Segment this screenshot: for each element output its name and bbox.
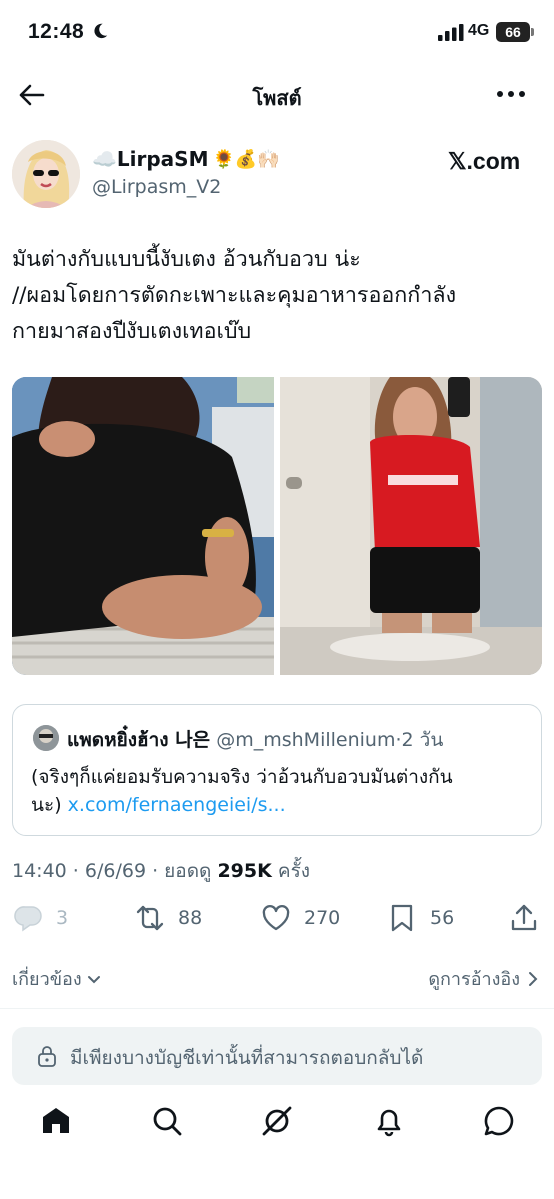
moon-icon <box>94 23 108 39</box>
home-icon[interactable] <box>39 1104 73 1138</box>
bottom-nav <box>0 1098 554 1148</box>
notifications-icon[interactable] <box>372 1104 406 1138</box>
repost-button[interactable]: 88 <box>134 902 202 934</box>
status-bar: 12:48 4G 66 <box>0 0 554 64</box>
chevron-right-icon <box>529 971 538 986</box>
repost-icon <box>136 905 164 931</box>
tweet-meta: 14:40 · 6/6/69 · ยอดดู 295K ครั้ง <box>12 856 310 886</box>
network-type: 4G <box>468 22 490 39</box>
views-suffix: ครั้ง <box>277 860 311 882</box>
tweet-date: 6/6/69 <box>84 860 147 882</box>
more-icon[interactable] <box>494 82 528 106</box>
share-icon <box>511 904 537 931</box>
x-watermark: 𝕏.com <box>448 148 521 174</box>
divider <box>0 1008 554 1009</box>
quote-author-handle: @m_mshMillenium <box>216 729 396 751</box>
battery-tip <box>531 28 534 36</box>
tweet-text: มันต่างกับแบบนี้งับเตง อ้วนกับอวบ น่ะ //… <box>12 247 457 344</box>
status-time: 12:48 <box>28 20 85 43</box>
post-header: โพสต์ <box>0 64 554 124</box>
search-icon[interactable] <box>150 1104 184 1138</box>
chevron-down-icon <box>87 975 100 983</box>
author-handle[interactable]: @Lirpasm_V2 <box>92 176 221 198</box>
bookmark-button[interactable]: 56 <box>386 902 454 934</box>
views-label: ยอดดู <box>164 860 212 882</box>
view-quotes-label: ดูการอ้างอิง <box>428 969 520 990</box>
quote-age: 2 วัน <box>401 729 444 751</box>
signal-icon <box>438 24 464 41</box>
like-icon <box>262 905 290 931</box>
related-label: เกี่ยวข้อง <box>12 969 82 990</box>
quote-author-name: แพดหยิ๋งฮ้าง 나은 <box>67 729 211 751</box>
quoted-tweet[interactable]: แพดหยิ๋งฮ้าง 나은 @m_mshMillenium·2 วัน (จ… <box>12 704 542 836</box>
view-quotes-link[interactable]: ดูการอ้างอิง <box>428 964 540 993</box>
author-name[interactable]: ☁️LirpaSM 🌻💰🙌🏻 <box>92 147 280 171</box>
tweet-photo-before[interactable] <box>12 377 274 675</box>
reply-count: 3 <box>56 907 69 929</box>
reply-button[interactable]: 3 <box>12 902 68 934</box>
battery-indicator: 66 <box>496 22 530 42</box>
reply-restricted-box: มีเพียงบางบัญชีเท่านั้นที่สามารถตอบกลับไ… <box>12 1027 542 1085</box>
quote-header: แพดหยิ๋งฮ้าง 나은 @m_mshMillenium·2 วัน <box>67 725 443 755</box>
meta-sep-2: · <box>146 860 165 882</box>
reply-restricted-text: มีเพียงบางบัญชีเท่านั้นที่สามารถตอบกลับไ… <box>70 1047 424 1069</box>
author-name-emojis: 🌻💰🙌🏻 <box>212 148 280 170</box>
like-button[interactable]: 270 <box>260 902 340 934</box>
bookmark-icon <box>391 904 413 932</box>
messages-icon[interactable] <box>482 1104 516 1138</box>
bookmark-count: 56 <box>430 907 455 929</box>
quote-link[interactable]: x.com/fernaengeiei/s... <box>68 794 286 816</box>
author-display-name: ☁️LirpaSM <box>92 147 209 171</box>
related-toggle[interactable]: เกี่ยวข้อง <box>12 964 102 993</box>
quote-text: (จริงๆก็แค่ยอมรับความจริง ว่าอ้วนกับอวบม… <box>31 763 531 819</box>
quote-avatar[interactable] <box>33 725 59 751</box>
tweet-actions: 3 88 270 56 <box>0 896 554 940</box>
author-avatar[interactable] <box>12 140 80 208</box>
share-button[interactable] <box>508 902 540 934</box>
grok-icon[interactable] <box>260 1104 294 1138</box>
tweet-photo-after[interactable] <box>280 377 542 675</box>
meta-sep-1: · <box>66 860 85 882</box>
reply-icon <box>14 906 42 932</box>
repost-count: 88 <box>178 907 203 929</box>
avatar-illustration <box>12 140 80 208</box>
lock-icon <box>38 1046 56 1067</box>
views-count: 295K <box>217 860 272 882</box>
tweet-time: 14:40 <box>12 860 67 882</box>
like-count: 270 <box>304 907 341 929</box>
page-title: โพสต์ <box>252 86 302 110</box>
